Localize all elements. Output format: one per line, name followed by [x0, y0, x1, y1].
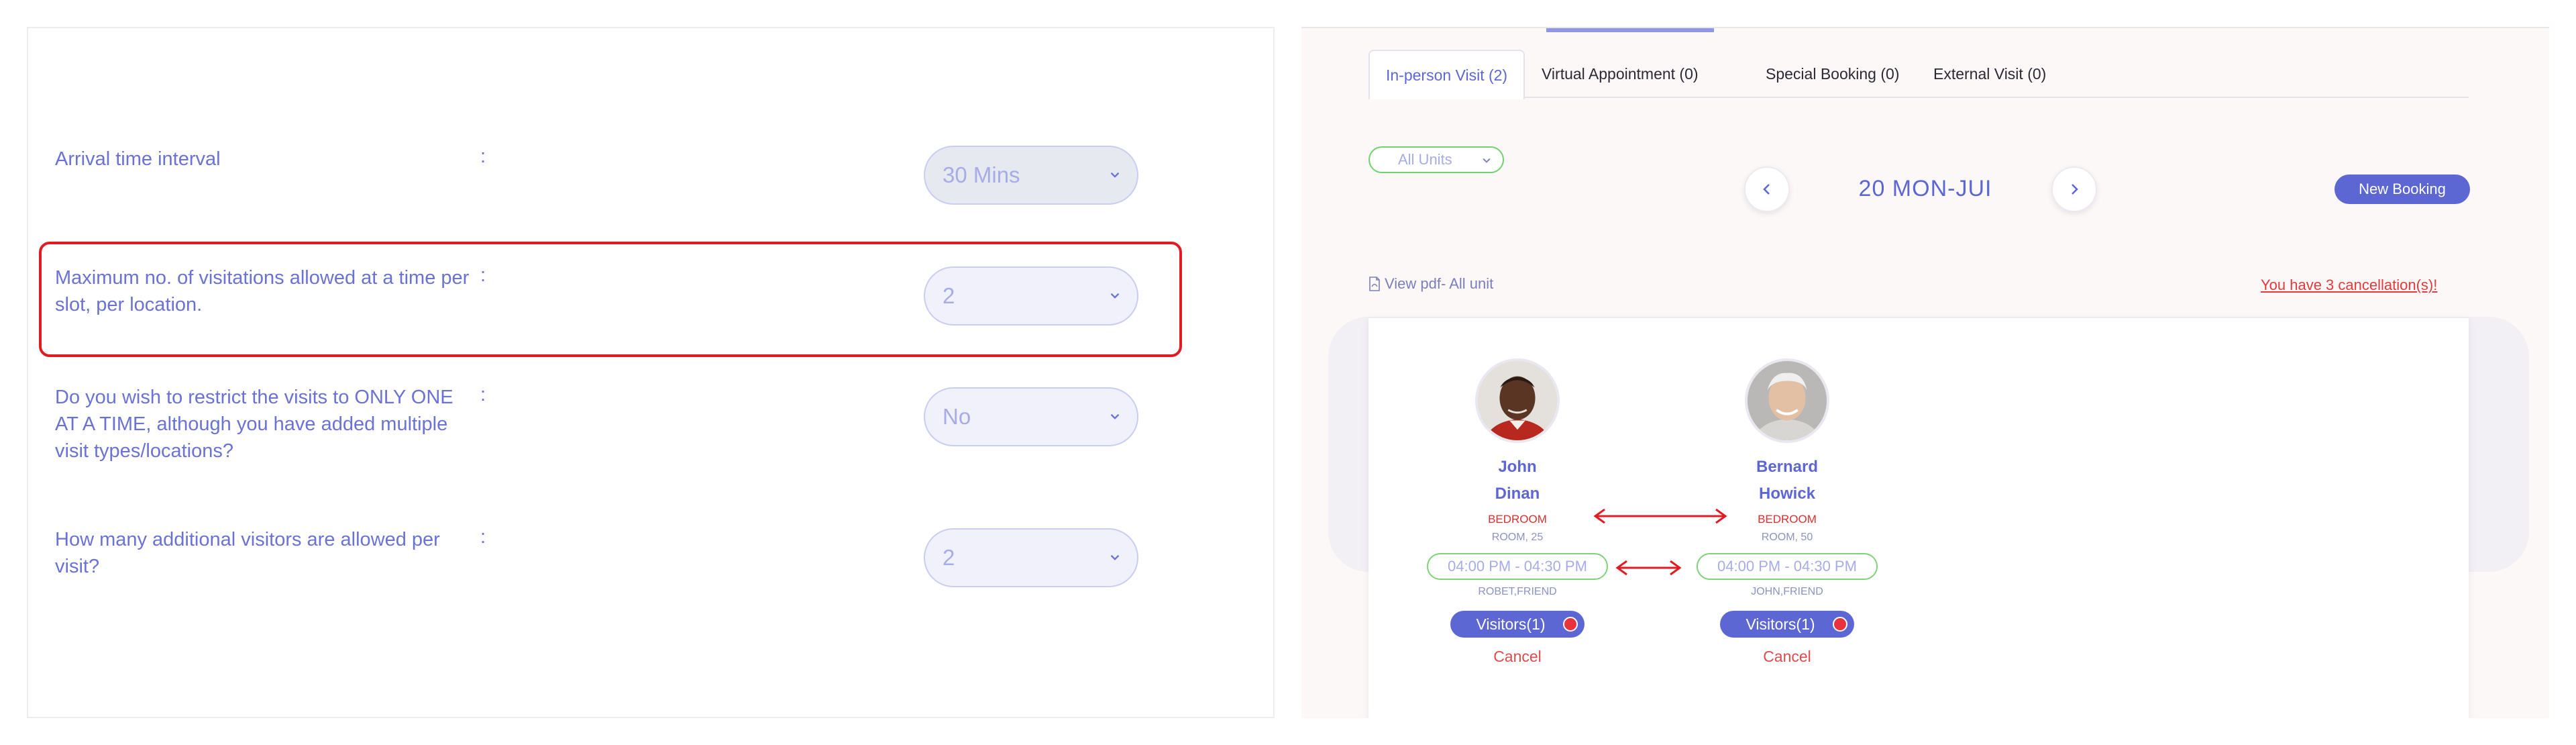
- visitors-label: Visitors(1): [1746, 615, 1815, 633]
- select-value: 2: [943, 283, 955, 308]
- restrict-visits-select[interactable]: No: [924, 387, 1138, 446]
- avatar: [1745, 358, 1829, 443]
- colon-separator: :: [480, 526, 486, 548]
- cancel-link[interactable]: Cancel: [1417, 646, 1618, 667]
- time-slot[interactable]: 04:00 PM - 04:30 PM: [1697, 553, 1878, 580]
- chevron-down-icon: [1110, 293, 1120, 299]
- double-arrow-icon: [1615, 560, 1682, 576]
- view-pdf-link[interactable]: View pdf- All unit: [1368, 275, 1493, 293]
- view-pdf-label: View pdf- All unit: [1385, 275, 1494, 292]
- restrict-visits-label: Do you wish to restrict the visits to ON…: [55, 387, 453, 462]
- select-value: 30 Mins: [943, 162, 1020, 187]
- next-date-button[interactable]: [2051, 166, 2097, 212]
- chevron-left-icon: [1763, 184, 1770, 195]
- resident-card: John Dinan BEDROOM ROOM, 25 04:00 PM - 0…: [1417, 358, 1618, 667]
- visitors-label: Visitors(1): [1476, 615, 1546, 633]
- status-dot: [1563, 617, 1578, 632]
- chevron-down-icon: [1483, 158, 1491, 163]
- resident-last-name: Howick: [1758, 485, 1816, 503]
- chevron-down-icon: [1110, 554, 1120, 560]
- double-arrow-icon: [1593, 508, 1727, 524]
- booking-cards-area: John Dinan BEDROOM ROOM, 25 04:00 PM - 0…: [1368, 318, 2469, 718]
- select-value: 2: [943, 545, 955, 570]
- visitors-button[interactable]: Visitors(1): [1450, 611, 1585, 638]
- booking-panel: In-person Visit (2) Virtual Appointment …: [1301, 27, 2549, 718]
- units-filter-value: All Units: [1398, 151, 1452, 168]
- resident-photo: [1748, 361, 1827, 440]
- time-slot[interactable]: 04:00 PM - 04:30 PM: [1427, 553, 1608, 580]
- room-number: ROOM, 50: [1761, 532, 1813, 543]
- max-visitations-select[interactable]: 2: [924, 266, 1138, 326]
- visitor-name: ROBET,FRIEND: [1478, 586, 1557, 597]
- status-dot: [1833, 617, 1847, 632]
- units-filter-select[interactable]: All Units: [1368, 146, 1504, 173]
- resident-first-name: Bernard: [1756, 458, 1819, 476]
- cancel-link[interactable]: Cancel: [1686, 646, 1888, 667]
- chevron-down-icon: [1110, 413, 1120, 419]
- current-date: 20 MON-JUI: [1858, 176, 1992, 201]
- tab-in-person-visit[interactable]: In-person Visit (2): [1368, 50, 1525, 99]
- visit-type-tabs: In-person Visit (2) Virtual Appointment …: [1368, 50, 2469, 99]
- additional-visitors-label: How many additional visitors are allowed…: [55, 529, 440, 577]
- colon-separator: :: [480, 146, 486, 167]
- arrival-interval-select[interactable]: 30 Mins: [924, 146, 1138, 205]
- avatar: [1475, 358, 1560, 443]
- max-visitations-label: Maximum no. of visitations allowed at a …: [55, 267, 470, 315]
- colon-separator: :: [480, 384, 486, 405]
- tab-special-booking[interactable]: Special Booking (0): [1750, 50, 1915, 98]
- chevron-down-icon: [1110, 172, 1120, 178]
- room-number: ROOM, 25: [1491, 532, 1544, 543]
- colon-separator: :: [480, 264, 486, 286]
- visitor-name: JOHN,FRIEND: [1751, 586, 1823, 597]
- tab-virtual-appointment[interactable]: Virtual Appointment (0): [1525, 50, 1715, 98]
- additional-visitors-select[interactable]: 2: [924, 528, 1138, 587]
- resident-first-name: John: [1498, 458, 1537, 476]
- arrival-interval-label: Arrival time interval: [55, 148, 221, 170]
- chevron-right-icon: [2072, 184, 2078, 195]
- tab-external-visit[interactable]: External Visit (0): [1917, 50, 2062, 98]
- new-booking-button[interactable]: New Booking: [2334, 175, 2470, 204]
- visit-settings-panel: Arrival time interval : 30 Mins Maximum …: [27, 27, 1275, 718]
- resident-last-name: Dinan: [1495, 485, 1540, 503]
- previous-date-button[interactable]: [1744, 166, 1790, 212]
- room-type: BEDROOM: [1488, 513, 1547, 526]
- resident-photo: [1478, 361, 1557, 440]
- top-accent-bar: [1546, 28, 1714, 32]
- visitors-button[interactable]: Visitors(1): [1720, 611, 1854, 638]
- pdf-icon: [1369, 277, 1380, 291]
- cancellation-notice-link[interactable]: You have 3 cancellation(s)!: [2261, 277, 2437, 294]
- select-value: No: [943, 404, 971, 429]
